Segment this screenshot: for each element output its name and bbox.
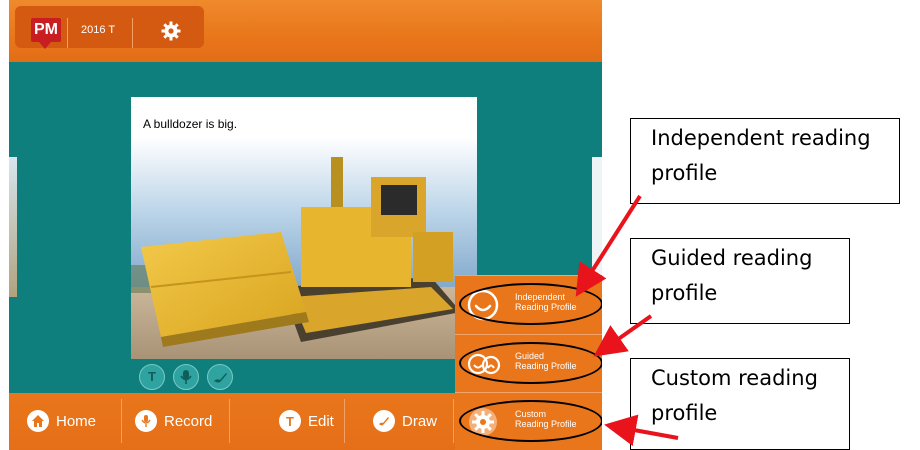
draw-label: Draw [402,412,438,430]
edit-t-icon[interactable]: T [139,364,165,390]
home-icon [27,410,49,432]
microphone-icon [135,410,157,432]
highlight-ellipse [459,342,602,384]
highlight-ellipse [459,400,602,442]
independent-reading-callout: Independent reading profile [630,118,900,204]
top-tab-group: PM 2016 T [15,6,204,49]
divider [67,18,68,48]
home-button[interactable]: Home [27,407,96,435]
callout-line1: Independent reading [651,126,871,150]
top-bar: PM 2016 T [9,0,602,62]
edit-label: Edit [308,412,334,430]
pm-reader-app: PM 2016 T A bulldozer is big. T Home Rec… [9,0,602,450]
callout-line1: Guided reading [651,246,813,270]
divider [121,399,122,443]
record-label: Record [164,412,213,430]
divider [344,399,345,443]
guided-reading-profile-button[interactable]: Guided Reading Profile [455,334,602,393]
microphone-icon[interactable] [173,364,199,390]
callout-line2: profile [651,281,718,305]
custom-reading-profile-button[interactable]: Custom Reading Profile [455,392,602,450]
highlight-ellipse [459,283,602,325]
edit-button[interactable]: T Edit [279,407,334,435]
previous-page-peek[interactable] [9,157,17,297]
custom-reading-callout: Custom reading profile [630,358,850,450]
divider [453,399,454,443]
divider [229,399,230,443]
page-caption: A bulldozer is big. [143,117,238,131]
bulldozer-photo [131,137,477,359]
callout-line2: profile [651,161,718,185]
book-page: A bulldozer is big. [131,97,477,359]
pm-logo[interactable]: PM [31,18,61,49]
draw-brush-icon [373,410,395,432]
home-label: Home [56,412,97,430]
divider [132,18,133,48]
guided-reading-callout: Guided reading profile [630,238,850,324]
independent-reading-profile-button[interactable]: Independent Reading Profile [455,276,602,334]
settings-gear-icon[interactable] [160,20,182,42]
reading-profiles-panel: Independent Reading Profile Guided Readi… [455,275,602,450]
callout-line2: profile [651,401,718,425]
draw-button[interactable]: Draw [373,407,437,435]
record-button[interactable]: Record [135,407,212,435]
draw-brush-icon[interactable] [207,364,233,390]
callout-line1: Custom reading [651,366,818,390]
book-level-label: 2016 T [81,24,116,36]
edit-t-icon: T [279,410,301,432]
